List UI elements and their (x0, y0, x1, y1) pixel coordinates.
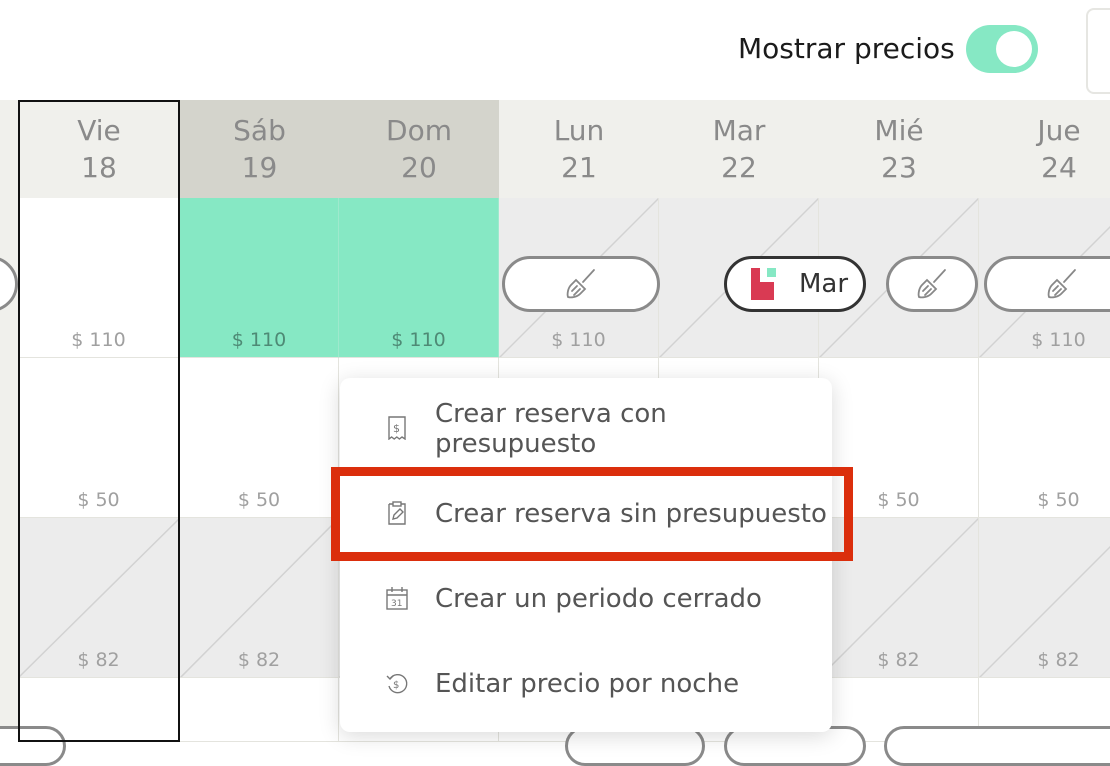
day-header: Lun 21 (499, 100, 659, 201)
nightly-price: $ 110 (71, 329, 126, 351)
day-number: 22 (721, 151, 757, 184)
svg-text:$: $ (393, 680, 399, 691)
day-name: Sáb (233, 114, 286, 147)
nightly-price: $ 50 (1037, 489, 1080, 511)
broom-icon (1047, 269, 1076, 299)
day-number: 24 (1041, 151, 1077, 184)
day-header: Sáb 19 (180, 100, 339, 201)
cleaning-pill-mie-23[interactable] (886, 256, 978, 312)
show-prices-toggle[interactable] (966, 25, 1038, 73)
svg-text:31: 31 (391, 599, 402, 609)
bottom-pill-left[interactable] (0, 726, 66, 766)
menu-item-label: Editar precio por noche (435, 669, 740, 699)
reservation-pill-mar[interactable]: Mar (724, 256, 866, 312)
day-number: 20 (401, 151, 437, 184)
receipt-icon: $ (388, 416, 406, 440)
cleaning-pill-lun-21[interactable] (502, 256, 660, 312)
calendar-cell[interactable]: $ 50 (18, 358, 180, 518)
day-header: Mié 23 (819, 100, 979, 201)
day-header: Mar 22 (659, 100, 819, 201)
guest-name: Mar (799, 269, 849, 299)
nightly-price: $ 50 (77, 489, 120, 511)
day-name: Jue (1037, 114, 1081, 147)
day-header: Jue 24 (979, 100, 1110, 201)
calendar-cell[interactable] (180, 678, 339, 742)
menu-item-edit-nightly-price[interactable]: $ Editar precio por noche (340, 649, 832, 719)
toggle-knob (996, 31, 1032, 67)
broom-icon (917, 269, 946, 299)
day-name: Mar (712, 114, 766, 147)
day-name: Lun (553, 114, 605, 147)
calendar-icon: 31 (386, 587, 408, 610)
bottom-pill-right[interactable] (884, 726, 1110, 766)
day-name: Vie (77, 114, 121, 147)
day-name: Dom (386, 114, 452, 147)
calendar-cell[interactable]: $ 82 (18, 518, 180, 678)
price-history-icon: $ (386, 673, 408, 694)
top-bar: Mostrar precios (0, 0, 1110, 102)
menu-item-label: Crear un periodo cerrado (435, 584, 762, 614)
highlight-box (331, 467, 853, 561)
menu-item-create-booking-with-quote[interactable]: $ Crear reserva con presupuesto (340, 394, 832, 464)
topbar-action-box[interactable] (1086, 8, 1110, 94)
nightly-price: $ 82 (77, 649, 120, 671)
nightly-price: $ 82 (877, 649, 920, 671)
day-number: 19 (241, 151, 278, 184)
day-name: Mié (874, 114, 924, 147)
left-gutter (0, 100, 19, 742)
nightly-price: $ 110 (551, 329, 606, 351)
show-prices-label: Mostrar precios (738, 32, 955, 65)
calendar-cell[interactable]: $ 50 (180, 358, 339, 518)
menu-item-label: Crear reserva con presupuesto (435, 399, 667, 459)
guest-source-logo (751, 268, 783, 300)
day-header: Dom 20 (339, 100, 499, 201)
nightly-price: $ 110 (231, 329, 287, 351)
day-header: Vie 18 (18, 100, 180, 201)
bottom-pill-mid-2[interactable] (724, 726, 866, 766)
calendar-cell[interactable]: $ 110 (180, 198, 339, 358)
nightly-price: $ 110 (391, 329, 446, 351)
calendar-cell[interactable]: $ 110 (18, 198, 180, 358)
svg-text:$: $ (393, 422, 400, 435)
nightly-price: $ 50 (237, 489, 281, 511)
nightly-price: $ 82 (237, 649, 281, 671)
broom-icon (566, 269, 595, 299)
calendar-cell[interactable]: $ 110 (339, 198, 499, 358)
calendar-cell[interactable]: $ 50 (979, 358, 1110, 518)
calendar-cell[interactable]: $ 82 (180, 518, 339, 678)
day-number: 18 (81, 151, 117, 184)
nightly-price: $ 110 (1031, 329, 1086, 351)
bottom-pill-mid-1[interactable] (565, 726, 705, 766)
day-number: 23 (881, 151, 917, 184)
nightly-price: $ 82 (1037, 649, 1080, 671)
menu-item-create-closed-period[interactable]: 31 Crear un periodo cerrado (340, 564, 832, 634)
cleaning-pill-jue-24[interactable] (984, 256, 1110, 312)
calendar-cell[interactable]: $ 82 (979, 518, 1110, 678)
day-number: 21 (561, 151, 597, 184)
